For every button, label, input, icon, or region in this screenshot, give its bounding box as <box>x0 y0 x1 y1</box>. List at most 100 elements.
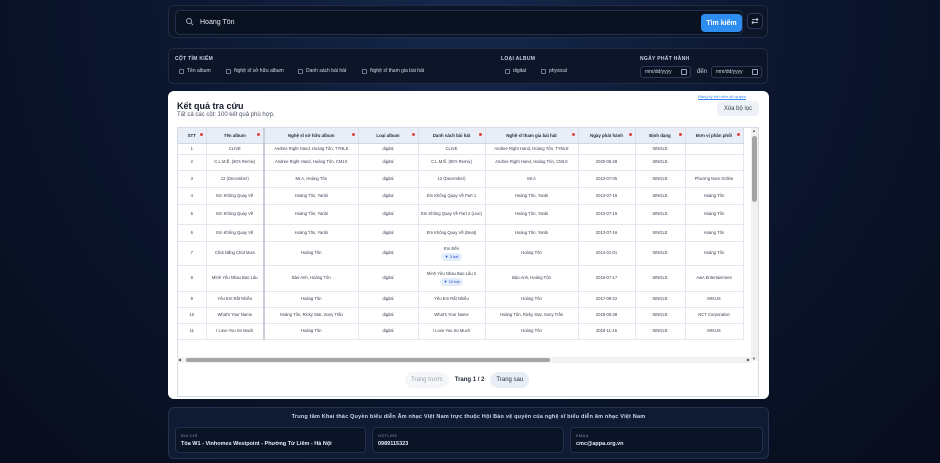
scroll-thumb[interactable] <box>186 358 550 362</box>
cell-text: Hoàng Tôn <box>703 229 725 235</box>
cell-text: SINGLE <box>652 175 668 181</box>
table-cell-artists: Hoàng Tôn, Yanbi <box>485 224 579 242</box>
register-link[interactable]: Đăng ký bởi viên dữ quyền <box>698 94 746 99</box>
table-cell-stt: 9 <box>178 291 207 308</box>
checkbox-physical[interactable]: physical <box>541 68 567 74</box>
table-cell-artists: Bảo Anh, Hoàng Tôn <box>485 265 579 292</box>
table-cell-date <box>578 143 636 155</box>
search-input[interactable] <box>200 14 640 31</box>
cell-text: I Love You So Much <box>432 328 471 334</box>
table-cell-stt: 2 <box>178 154 207 171</box>
pin-icon[interactable] <box>411 133 415 136</box>
next-page-button[interactable]: Trang sau <box>490 372 530 388</box>
column-header[interactable]: Ngày phát hành <box>578 128 636 144</box>
pin-icon[interactable] <box>351 133 355 136</box>
cell-text: What's Your Name <box>434 312 469 318</box>
pin-icon[interactable] <box>257 133 260 136</box>
column-header[interactable]: Nghệ sĩ sở hữu album <box>264 128 359 144</box>
pin-icon[interactable] <box>628 133 632 136</box>
cell-text: Hoàng Tôn, Yanbi <box>294 192 328 198</box>
table-cell-format: SINGLE <box>635 154 686 171</box>
expand-songs-button[interactable]: ▼ 3 bài <box>440 253 463 261</box>
checkbox-box[interactable] <box>226 68 231 74</box>
search-icon <box>186 18 194 26</box>
cell-text: MIXUS <box>707 328 721 334</box>
table-row[interactable]: 6 Em Không Quay Về Hoàng Tôn, Yanbi digital… <box>178 224 744 242</box>
pin-icon[interactable] <box>571 133 575 136</box>
prev-page-button[interactable]: Trang trước <box>405 372 449 388</box>
table-row[interactable]: 2 C.L.M.Ế. (80's Remix) Andree Right Hand,… <box>178 154 744 171</box>
calendar-icon[interactable] <box>681 69 687 75</box>
checkbox-box[interactable] <box>362 68 367 74</box>
checkbox-album-owner[interactable]: Nghệ sĩ sở hữu album <box>226 68 284 74</box>
checkbox-box[interactable] <box>298 68 303 74</box>
table-cell-owner: Andree Right Hand, Hoàng Tôn, TYNLE <box>264 143 359 155</box>
cell-text: Em Đến <box>443 245 460 251</box>
checkbox-box[interactable] <box>505 68 510 74</box>
table-cell-date: 2013-07-16 <box>578 224 636 242</box>
column-header[interactable]: Danh sách bài hát <box>418 128 486 144</box>
pin-icon[interactable] <box>478 133 482 136</box>
table-row[interactable]: 8 Mình Yêu Nhau Bao Lâu Bảo Anh, Hoàng Tôn… <box>178 265 744 292</box>
scroll-down-icon[interactable]: ▼ <box>752 356 756 361</box>
checkbox-label: Nghệ sĩ tham gia bài hát <box>370 68 425 74</box>
expand-songs-button[interactable]: ▼ 10 bài <box>439 278 464 286</box>
vertical-scrollbar[interactable]: ▲ ▼ <box>751 128 758 361</box>
cell-text: SINGLE <box>652 328 668 334</box>
cell-text: SINGLE <box>652 312 668 318</box>
cell-text: SINGLE <box>652 275 668 281</box>
cell-text: Andree Right Hand, Hoàng Tôn, CM1X <box>274 159 348 165</box>
checkbox-song-list[interactable]: Danh sách bài hát <box>298 68 346 74</box>
cell-text: Mr.A <box>527 175 536 181</box>
table-row[interactable]: 11 I Love You So Much Hoàng Tôn digital I Lo… <box>178 323 744 340</box>
search-button[interactable]: Tìm kiếm <box>701 14 742 32</box>
hotline-value[interactable]: 0989115323 <box>378 441 408 447</box>
scroll-up-icon[interactable]: ▲ <box>752 128 756 133</box>
cell-text: Andree Right Hand, Hoàng Tôn, TYNLE <box>494 145 569 151</box>
scroll-left-icon[interactable]: ◀ <box>178 357 181 362</box>
swap-button[interactable] <box>747 13 763 29</box>
cell-text: 2 <box>190 159 193 165</box>
table-cell-type: digital <box>358 323 419 340</box>
checkbox-box[interactable] <box>541 68 546 74</box>
date-to-input[interactable]: mm/dd/yyyy <box>711 66 762 78</box>
date-from-input[interactable]: mm/dd/yyyy <box>640 66 691 78</box>
scroll-right-icon[interactable]: ▶ <box>747 357 750 362</box>
table-row[interactable]: 10 What's Your Name Hoàng Tôn, Ricky Star,… <box>178 307 744 324</box>
table-cell-dist <box>685 154 744 171</box>
cell-text: 12 (December) <box>220 175 249 181</box>
pin-icon[interactable] <box>678 133 682 136</box>
table-cell-dist: MIXUS <box>685 291 744 308</box>
pin-icon[interactable] <box>199 133 203 136</box>
column-header[interactable]: Nghệ sĩ tham gia bài hát <box>485 128 579 144</box>
table-cell-type: digital <box>358 224 419 242</box>
scroll-thumb[interactable] <box>752 136 757 202</box>
horizontal-scrollbar[interactable]: ◀ ▶ <box>177 357 751 363</box>
column-header[interactable]: STT <box>178 128 207 144</box>
table-row[interactable]: 3 12 (December) Mr.A, Hoàng Tôn digital 12 (… <box>178 170 744 188</box>
table-row[interactable]: 9 Yêu Em Rất Nhiều Hoàng Tôn digital Yêu Em … <box>178 291 744 308</box>
table-cell-format: SINGLE <box>635 143 686 155</box>
table-row[interactable]: 7 Chút Nắng Chút Mưa Hoàng Tôn digital Em Đế… <box>178 241 744 266</box>
cell-text: Phương Nam Online <box>694 175 734 181</box>
column-header[interactable]: Định dạng <box>635 128 686 144</box>
table-row[interactable]: 4 Em Không Quay Về Hoàng Tôn, Yanbi digital… <box>178 187 744 205</box>
email-value[interactable]: cmc@appa.org.vn <box>576 441 624 447</box>
table-cell-format: SINGLE <box>635 307 686 324</box>
checkbox-digital[interactable]: digital <box>505 68 526 74</box>
cell-text: 12 (December) <box>437 175 466 181</box>
column-header[interactable]: Tên album <box>206 128 265 144</box>
table-row[interactable]: 1 CLIVE Andree Right Hand, Hoàng Tôn, TYNL… <box>178 143 744 155</box>
cell-text: Mr.A, Hoàng Tôn <box>295 175 328 181</box>
calendar-icon[interactable] <box>752 69 758 75</box>
column-header[interactable]: Loại album <box>358 128 419 144</box>
cell-text: 2014-01-01 <box>595 250 618 256</box>
column-header[interactable]: Đơn vị phân phối <box>685 128 744 144</box>
checkbox-album-name[interactable]: Tên album <box>179 68 211 74</box>
checkbox-box[interactable] <box>179 68 184 74</box>
table-row[interactable]: 5 Em Không Quay Về Hoàng Tôn, Yanbi digital… <box>178 204 744 225</box>
checkbox-song-artists[interactable]: Nghệ sĩ tham gia bài hát <box>362 68 424 74</box>
clear-filters-button[interactable]: Xóa bộ lọc <box>717 101 759 116</box>
pin-icon[interactable] <box>736 133 740 136</box>
cell-text: C.L.M.Ế. (80's Remix) <box>214 159 256 165</box>
